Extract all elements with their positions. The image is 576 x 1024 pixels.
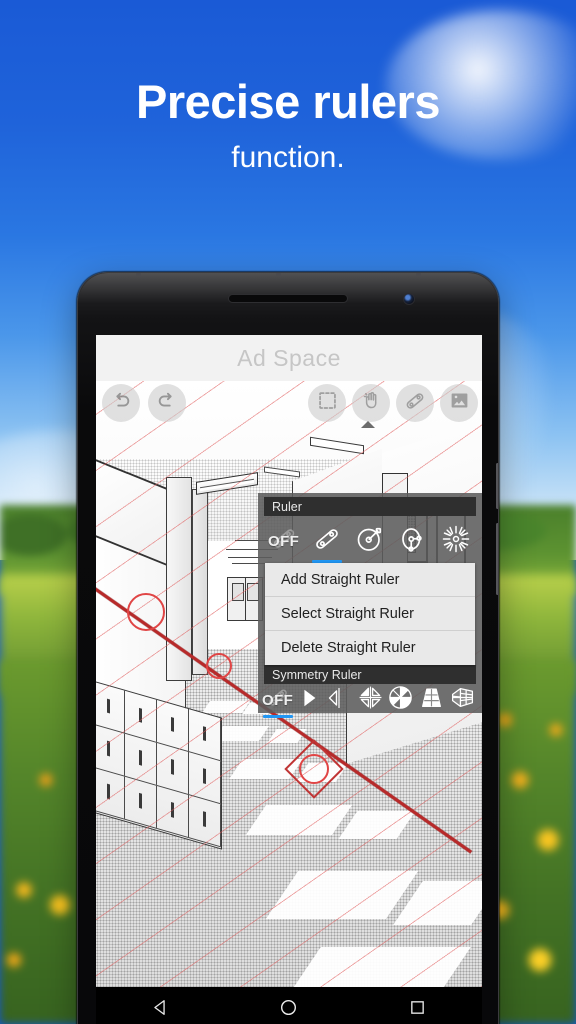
ruler-tool-icon xyxy=(404,390,426,417)
symmetry-mode-single-button[interactable] xyxy=(293,685,324,715)
menu-item-label: Select Straight Ruler xyxy=(281,605,414,622)
ruler-endpoint-handle[interactable] xyxy=(299,754,329,784)
ellipse-ruler-icon xyxy=(398,524,428,559)
symmetry-perspective-1pt-icon xyxy=(419,685,444,715)
symmetry-quad-icon xyxy=(358,685,383,715)
ruler-mode-row: OFF xyxy=(258,516,482,564)
power-button[interactable] xyxy=(496,523,498,595)
symmetry-mode-perspective-1pt-button[interactable] xyxy=(416,685,447,715)
ad-banner-label: Ad Space xyxy=(237,344,341,371)
android-back-button[interactable] xyxy=(137,987,183,1024)
door-window-pane xyxy=(232,583,244,601)
hand-tool-button[interactable] xyxy=(352,384,390,422)
selection-button[interactable] xyxy=(308,384,346,422)
promo-headline: Precise rulers xyxy=(136,75,440,128)
panel-pointer-arrow xyxy=(361,421,375,428)
menu-item-delete-straight-ruler[interactable]: Delete Straight Ruler xyxy=(265,631,475,665)
ruler-mode-circle-button[interactable] xyxy=(348,518,391,564)
ruler-off-button[interactable]: OFF xyxy=(262,518,305,564)
promo-subheadline: function. xyxy=(231,141,345,174)
symmetry-mode-row: OFF xyxy=(262,685,478,718)
redo-icon xyxy=(156,390,178,417)
locker-door xyxy=(96,767,125,819)
front-camera xyxy=(403,293,415,305)
android-recents-button[interactable] xyxy=(395,987,441,1024)
canvas-toolbar xyxy=(96,381,482,425)
ruler-settings-panel: Ruler OFF Add Straight Ruler Select Stra… xyxy=(258,493,482,718)
ruler-mode-radial-button[interactable] xyxy=(435,518,478,564)
toolbar-left-group xyxy=(102,384,186,422)
selection-icon xyxy=(317,390,338,416)
symmetry-panel-title-label: Symmetry Ruler xyxy=(272,667,362,682)
symmetry-panel-title: Symmetry Ruler xyxy=(264,665,476,684)
phone-device-mockup: Ad Space Ruler OFF Add Straight Ruler Se… xyxy=(77,272,499,1024)
phone-screen: Ad Space Ruler OFF Add Straight Ruler Se… xyxy=(96,335,482,1024)
floor-light-pool xyxy=(291,947,471,987)
locker-door xyxy=(96,681,125,733)
image-button[interactable] xyxy=(440,384,478,422)
locker-door xyxy=(157,785,189,837)
android-home-button[interactable] xyxy=(266,987,312,1024)
menu-item-label: Add Straight Ruler xyxy=(281,571,400,588)
undo-icon xyxy=(110,390,132,417)
promo-text-block: Precise rulers function. xyxy=(0,78,576,173)
radial-ruler-icon xyxy=(441,524,471,559)
ruler-panel-title-label: Ruler xyxy=(272,499,302,514)
symmetry-single-icon xyxy=(298,687,320,714)
menu-item-add-straight-ruler[interactable]: Add Straight Ruler xyxy=(265,563,475,597)
android-home-icon xyxy=(279,998,298,1022)
locker-door xyxy=(125,776,157,828)
menu-item-select-straight-ruler[interactable]: Select Straight Ruler xyxy=(265,597,475,631)
ruler-off-label: OFF xyxy=(268,532,300,550)
undo-button[interactable] xyxy=(102,384,140,422)
android-back-icon xyxy=(151,998,170,1022)
ruler-panel-title: Ruler xyxy=(264,497,476,516)
bezel-mic-dot xyxy=(276,273,281,276)
earpiece-speaker xyxy=(228,294,348,303)
image-icon xyxy=(449,390,470,416)
symmetry-mirror-icon xyxy=(327,686,351,715)
corridor-pillar xyxy=(192,489,208,675)
ruler-mode-ellipse-button[interactable] xyxy=(392,518,435,564)
ruler-tool-button[interactable] xyxy=(396,384,434,422)
symmetry-mode-radial-button[interactable] xyxy=(386,685,417,715)
volume-button[interactable] xyxy=(496,463,498,509)
symmetry-radial-icon xyxy=(388,685,413,715)
straight-ruler-icon xyxy=(312,524,342,559)
symmetry-mode-quad-button[interactable] xyxy=(355,685,386,715)
ruler-endpoint-handle[interactable] xyxy=(127,593,165,631)
straight-ruler-context-menu: Add Straight Ruler Select Straight Ruler… xyxy=(265,563,475,665)
locker-door xyxy=(189,794,221,847)
toolbar-right-group xyxy=(308,384,478,422)
locker-door xyxy=(96,724,125,776)
symmetry-off-label: OFF xyxy=(262,691,294,709)
symmetry-mode-perspective-2pt-button[interactable] xyxy=(447,685,478,715)
bezel-mic-dot xyxy=(136,273,141,276)
android-navigation-bar xyxy=(96,987,482,1024)
redo-button[interactable] xyxy=(148,384,186,422)
ruler-mode-straight-button[interactable] xyxy=(305,518,348,564)
ruler-midpoint-handle[interactable] xyxy=(206,653,232,679)
symmetry-mode-selected-indicator xyxy=(262,715,293,718)
symmetry-mode-mirror-button[interactable] xyxy=(324,685,355,715)
android-recents-icon xyxy=(409,999,426,1021)
symmetry-perspective-2pt-icon xyxy=(450,685,475,715)
menu-item-label: Delete Straight Ruler xyxy=(281,640,416,656)
bezel-mic-dot xyxy=(416,273,421,276)
circle-ruler-icon xyxy=(355,524,385,559)
symmetry-off-button[interactable]: OFF xyxy=(262,685,294,718)
hand-tool-icon xyxy=(361,390,382,416)
ad-banner[interactable]: Ad Space xyxy=(96,335,482,381)
